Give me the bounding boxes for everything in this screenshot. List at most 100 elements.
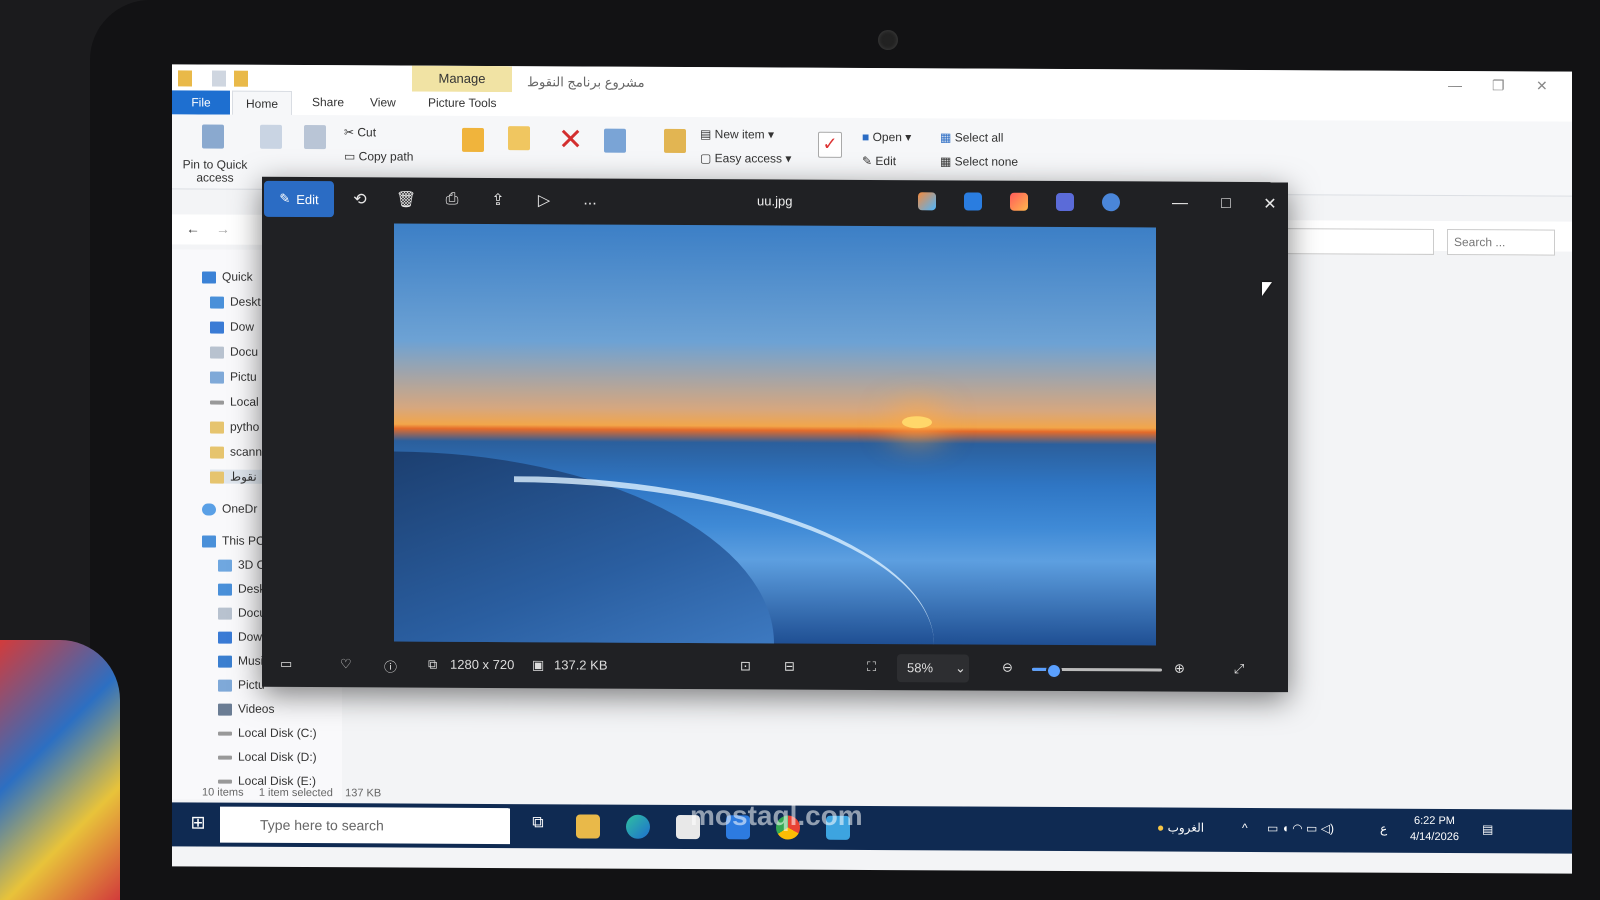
nav-item-downloads-pc[interactable]: Dow [218,630,262,644]
nav-item-downloads[interactable]: Dow [210,320,254,334]
folder-icon [210,421,224,434]
zoom-slider-thumb[interactable] [1045,662,1062,679]
photo-editor-icon[interactable] [964,192,982,211]
ocr-text-icon[interactable]: ⊟ [784,659,795,675]
viewer-close-button[interactable]: ✕ [1252,188,1288,220]
weather-widget[interactable]: ● الغروب [1157,820,1204,834]
select-all-button[interactable]: ▦ Select all [940,130,1003,144]
nav-item-disk-c[interactable]: Local Disk (C:) [218,726,317,740]
info-icon[interactable]: ⓘ [384,656,397,675]
tab-picture-tools[interactable]: Picture Tools [428,96,496,110]
easy-access-button[interactable]: ▢ Easy access ▾ [700,151,791,165]
address-bar[interactable] [1282,228,1434,255]
tray-overflow-icon[interactable]: ^ [1242,821,1248,835]
close-icon[interactable]: ✕ [1536,77,1548,94]
minimize-icon[interactable]: — [1448,77,1462,93]
task-view-icon[interactable]: ⧉ [526,814,550,838]
windows-start-icon[interactable]: ⊞ [186,812,210,836]
computer-icon [202,535,216,548]
nav-item-desktop[interactable]: Deskt [210,295,261,309]
nav-item-pictures[interactable]: Pictu [210,370,257,384]
tab-home[interactable]: Home [232,90,292,116]
zoom-slider[interactable] [1032,662,1162,679]
nav-item-disk-d[interactable]: Local Disk (D:) [218,749,317,765]
tray-icons[interactable]: ▭ ◖ ◠ ▭ ◁) [1267,821,1334,835]
copy-path-label: Copy path [358,149,414,164]
slideshow-icon[interactable]: ▷ [526,184,562,216]
copy-to-icon[interactable] [508,126,530,151]
nav-item-python[interactable]: pytho [210,420,259,434]
favorite-heart-icon[interactable]: ♡ [340,656,352,672]
tab-view[interactable]: View [370,95,396,109]
select-none-button[interactable]: ▦ Select none [940,154,1018,168]
nav-item-documents-pc[interactable]: Docu [218,606,266,620]
move-to-icon[interactable] [462,127,484,152]
edge-icon[interactable] [626,814,650,839]
folder-icon[interactable] [178,70,192,87]
cut-button[interactable]: ✂ Cut [344,125,376,139]
properties-icon[interactable] [212,70,226,87]
pin-icon[interactable] [202,124,224,149]
notifications-icon[interactable]: ▤ [1482,822,1493,836]
open-button[interactable]: ■ Open ▾ [862,130,911,144]
drive-icon [218,779,232,784]
explorer-search-input[interactable]: Search ... [1447,229,1555,256]
cloud-icon [202,503,216,516]
nav-item-3d-objects[interactable]: 3D O [218,558,266,572]
filmstrip-icon[interactable]: ▭ [280,656,292,672]
rename-icon[interactable] [604,128,626,153]
nav-item-scann[interactable]: scann [210,445,262,459]
delete-icon[interactable]: 🗑 [388,183,424,215]
viewer-minimize-button[interactable]: — [1162,188,1198,220]
actual-size-icon[interactable]: ⛶ [867,659,876,675]
tab-file[interactable]: File [172,90,230,115]
paste-icon[interactable] [304,125,326,150]
tab-share[interactable]: Share [312,95,344,109]
nav-label: Local Disk (D:) [238,749,317,765]
pin-to-quick-access-button[interactable]: Pin to Quick access [180,157,250,184]
zoom-out-icon[interactable]: ⊖ [1002,660,1013,676]
nav-label: Musi [238,653,264,668]
new-folder-icon[interactable] [234,70,248,87]
copy-path-button[interactable]: ▭ Copy path [344,149,413,163]
edit-image-button[interactable]: ✎ Edit [264,180,334,218]
nav-item-music[interactable]: Musi [218,654,263,668]
clipchamp-icon[interactable] [1056,192,1074,212]
fullscreen-icon[interactable]: ⤢ [1234,661,1244,677]
paint-icon[interactable] [1010,192,1028,211]
forward-icon[interactable]: → [216,221,230,237]
tab-manage[interactable]: Manage [412,65,512,93]
visual-search-icon[interactable]: ⊡ [740,658,751,674]
file-explorer-icon[interactable] [576,814,600,839]
nav-item-onedrive[interactable]: OneDr [202,501,257,516]
print-icon[interactable]: ⎙ [434,184,470,216]
nav-item-pictures-pc[interactable]: Pictu [218,678,265,692]
taskbar-search-input[interactable]: Type here to search [220,806,510,845]
nav-item-local[interactable]: Local [210,395,259,409]
input-language[interactable]: ع [1380,822,1387,836]
nav-item-videos[interactable]: Videos [218,702,274,716]
document-icon [210,346,224,359]
copy-icon[interactable] [260,124,282,149]
onedrive-icon[interactable] [1102,193,1120,212]
zoom-level-dropdown[interactable]: 58% ⌄ [897,654,969,683]
properties-check-icon[interactable]: ✓ [818,131,842,158]
new-item-button[interactable]: ▤ New item ▾ [700,127,774,141]
nav-label: Pictu [230,369,257,384]
share-icon[interactable]: ⇪ [480,184,516,216]
chevron-down-icon: ⌄ [955,660,966,676]
nav-item-documents[interactable]: Docu [210,345,258,359]
more-options-button[interactable]: ... [572,184,608,216]
zoom-in-icon[interactable]: ⊕ [1174,661,1185,677]
back-icon[interactable]: ← [186,220,200,236]
rotate-icon[interactable]: ⟲ [342,183,378,215]
edit-ribbon-button[interactable]: ✎ Edit [862,154,896,168]
system-clock[interactable]: 6:22 PM 4/14/2026 [1410,813,1459,845]
maximize-icon[interactable]: ❐ [1492,77,1505,94]
new-folder-ribbon-icon[interactable] [664,128,686,154]
copilot-icon[interactable] [918,192,936,211]
delete-icon[interactable]: ✕ [558,122,583,157]
nav-item-this-pc[interactable]: This PC [202,533,265,548]
viewer-maximize-button[interactable]: □ [1208,188,1244,220]
nav-item-quick-access[interactable]: Quick [202,269,253,284]
